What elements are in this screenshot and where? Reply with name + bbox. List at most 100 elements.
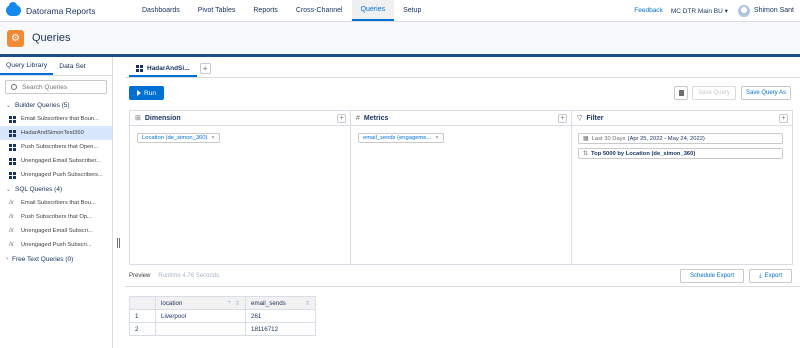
export-label: Export	[764, 273, 782, 279]
sort-icon: ⇅	[583, 151, 589, 157]
resize-handle[interactable]	[117, 238, 120, 248]
table-row: 2 18116712	[129, 322, 316, 336]
dimension-header: ⊞ Dimension	[130, 111, 350, 126]
list-item-label: Email Subscribers that Bou...	[21, 200, 96, 206]
chevron-right-icon: ›	[6, 256, 8, 262]
list-item[interactable]: /x Push Subscribers that Op...	[0, 210, 112, 224]
list-item[interactable]: Unengaged Push Subscribers...	[0, 168, 112, 182]
hash-icon: #	[356, 114, 360, 122]
close-icon[interactable]: ×	[435, 135, 438, 141]
search-input[interactable]	[22, 83, 102, 91]
function-icon: /x	[9, 200, 14, 206]
query-library-panel: Query Library Data Set ⌄ Builder Queries…	[0, 57, 113, 348]
column-header-location[interactable]: location ⇕ +	[155, 296, 246, 310]
business-unit-selector[interactable]: MC DTR Main BU ▾	[671, 7, 728, 15]
table-header-row: location ⇕ + email_sends ⇕	[129, 296, 316, 310]
list-item-label: Email Subscribers that Boun...	[21, 116, 99, 122]
dimension-panel: ⊞ Dimension + Location (de_simon_360) ×	[130, 111, 351, 264]
list-item[interactable]: Push Subscribers that Open...	[0, 140, 112, 154]
calendar-icon: ▦	[583, 136, 589, 142]
filter-title: Filter	[586, 114, 604, 122]
export-button[interactable]: ⤓ Export	[749, 269, 792, 283]
top-right-controls: Feedback MC DTR Main BU ▾ Shimon Sant	[634, 4, 800, 17]
add-column-icon[interactable]: +	[227, 300, 231, 306]
cell-email-sends: 261	[245, 309, 316, 323]
grid-icon	[9, 157, 16, 165]
nav-tab-queries[interactable]: Queries	[351, 0, 395, 21]
preview-label: Preview	[129, 273, 151, 279]
search-icon	[11, 84, 17, 90]
add-metric-button[interactable]: +	[558, 114, 567, 123]
save-query-button[interactable]: Save Query	[692, 86, 736, 100]
add-dimension-button[interactable]: +	[337, 114, 346, 123]
date-filter[interactable]: ▦ Last 30 Days (Apr 25, 2022 - May 24, 2…	[578, 133, 783, 144]
column-header-label: email_sends	[251, 299, 286, 307]
chevron-down-icon: ⌄	[6, 186, 12, 193]
sort-icon[interactable]: ⇕	[235, 300, 240, 307]
row-number: 2	[129, 322, 156, 336]
query-builder-panels: ⊞ Dimension + Location (de_simon_360) × …	[129, 110, 793, 265]
filter-header: ▽ Filter	[572, 111, 792, 126]
nav-tab-reports[interactable]: Reports	[244, 0, 287, 21]
dimension-pill[interactable]: Location (de_simon_360) ×	[137, 133, 220, 143]
dimension-title: Dimension	[144, 114, 181, 122]
grid-icon	[9, 171, 16, 179]
group-label: SQL Queries (4)	[15, 185, 63, 193]
user-name[interactable]: Shimon Sant	[754, 7, 794, 14]
close-icon[interactable]: ×	[211, 135, 214, 141]
sort-icon[interactable]: ⇕	[305, 300, 310, 307]
top-filter[interactable]: ⇅ Top 5000 by Location (de_simon_360)	[578, 148, 783, 159]
list-item-label: Unengaged Push Subscribers...	[21, 172, 103, 178]
query-tab[interactable]: HadarAndSi...	[129, 61, 197, 77]
tab-query-library[interactable]: Query Library	[0, 57, 54, 75]
metric-pill[interactable]: email_sends (engageme... ×	[358, 133, 444, 143]
tab-data-set[interactable]: Data Set	[53, 57, 91, 75]
column-header-email-sends[interactable]: email_sends ⇕	[245, 296, 316, 310]
grid-icon	[136, 64, 143, 72]
date-filter-preset: Last 30 Days	[591, 135, 626, 142]
page-header: ⚙ Queries	[0, 22, 800, 57]
run-button[interactable]: Run	[129, 86, 164, 100]
group-label: Builder Queries (5)	[15, 101, 70, 109]
group-sql-queries[interactable]: ⌄ SQL Queries (4)	[0, 182, 112, 196]
cell-location	[155, 322, 246, 336]
schedule-export-button[interactable]: Schedule Export	[680, 269, 744, 283]
feedback-link[interactable]: Feedback	[634, 7, 663, 14]
nav-tab-cross-channel[interactable]: Cross-Channel	[287, 0, 352, 21]
list-item[interactable]: Email Subscribers that Boun...	[0, 112, 112, 126]
add-filter-button[interactable]: +	[779, 114, 788, 123]
save-query-as-button[interactable]: Save Query As	[741, 86, 791, 100]
list-item[interactable]: /x Unengaged Push Subscri...	[0, 238, 112, 252]
group-free-text-queries[interactable]: › Free Text Queries (0)	[0, 252, 112, 266]
list-item[interactable]: HadarAndSimonTest360	[0, 126, 112, 140]
column-header-label: location	[161, 299, 183, 307]
list-item[interactable]: /x Email Subscribers that Bou...	[0, 196, 112, 210]
list-item[interactable]: Unengaged Email Subscriber...	[0, 154, 112, 168]
list-item[interactable]: /x Unengaged Email Subscri...	[0, 224, 112, 238]
grid-icon	[9, 115, 16, 123]
group-builder-queries[interactable]: ⌄ Builder Queries (5)	[0, 98, 112, 112]
function-icon: /x	[9, 242, 14, 248]
nav-tab-setup[interactable]: Setup	[394, 0, 430, 21]
add-tab-button[interactable]: +	[199, 63, 211, 74]
list-item-label: HadarAndSimonTest360	[21, 130, 84, 136]
preview-bar: Preview Runtime 4.76 Seconds	[129, 269, 219, 283]
business-unit-label: MC DTR Main BU	[670, 7, 723, 15]
avatar[interactable]	[737, 4, 750, 17]
query-editor: HadarAndSi... + Run Save Query Save Quer…	[125, 57, 800, 348]
run-label: Run	[144, 89, 156, 97]
nav-tab-pivot-tables[interactable]: Pivot Tables	[189, 0, 245, 21]
divider	[125, 286, 800, 287]
group-label: Free Text Queries (0)	[12, 255, 74, 263]
dimension-icon: ⊞	[135, 115, 141, 122]
download-icon: ⤓	[759, 272, 762, 279]
list-item-label: Unengaged Email Subscri...	[21, 228, 93, 234]
row-number-header	[129, 296, 156, 310]
row-number: 1	[129, 309, 156, 323]
function-icon: /x	[9, 214, 14, 220]
app-brand[interactable]: Datorama Reports	[0, 0, 133, 21]
nav-tab-dashboards[interactable]: Dashboards	[133, 0, 189, 21]
delete-button[interactable]	[674, 86, 688, 100]
results-table: location ⇕ + email_sends ⇕ 1 Liverpool 2…	[129, 296, 316, 336]
table-row: 1 Liverpool 261	[129, 309, 316, 323]
